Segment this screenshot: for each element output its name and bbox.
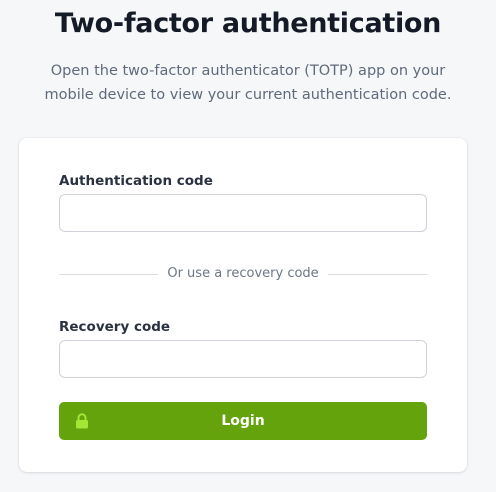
divider-line-right — [327, 273, 428, 275]
two-factor-form-card: Authentication code Or use a recovery co… — [19, 138, 467, 472]
divider-line-left — [59, 273, 159, 275]
page-subtitle: Open the two-factor authenticator (TOTP)… — [44, 63, 452, 103]
authentication-code-input[interactable] — [59, 194, 427, 232]
page-title: Two-factor authentication — [54, 8, 442, 39]
recovery-divider: Or use a recovery code — [59, 264, 428, 284]
lock-icon — [76, 413, 88, 429]
recovery-code-input[interactable] — [59, 340, 427, 378]
divider-text: Or use a recovery code — [167, 266, 319, 281]
login-button-label: Login — [221, 413, 265, 429]
recovery-code-label: Recovery code — [59, 319, 171, 335]
login-button[interactable]: Login — [59, 402, 427, 440]
authentication-code-label: Authentication code — [59, 173, 213, 189]
